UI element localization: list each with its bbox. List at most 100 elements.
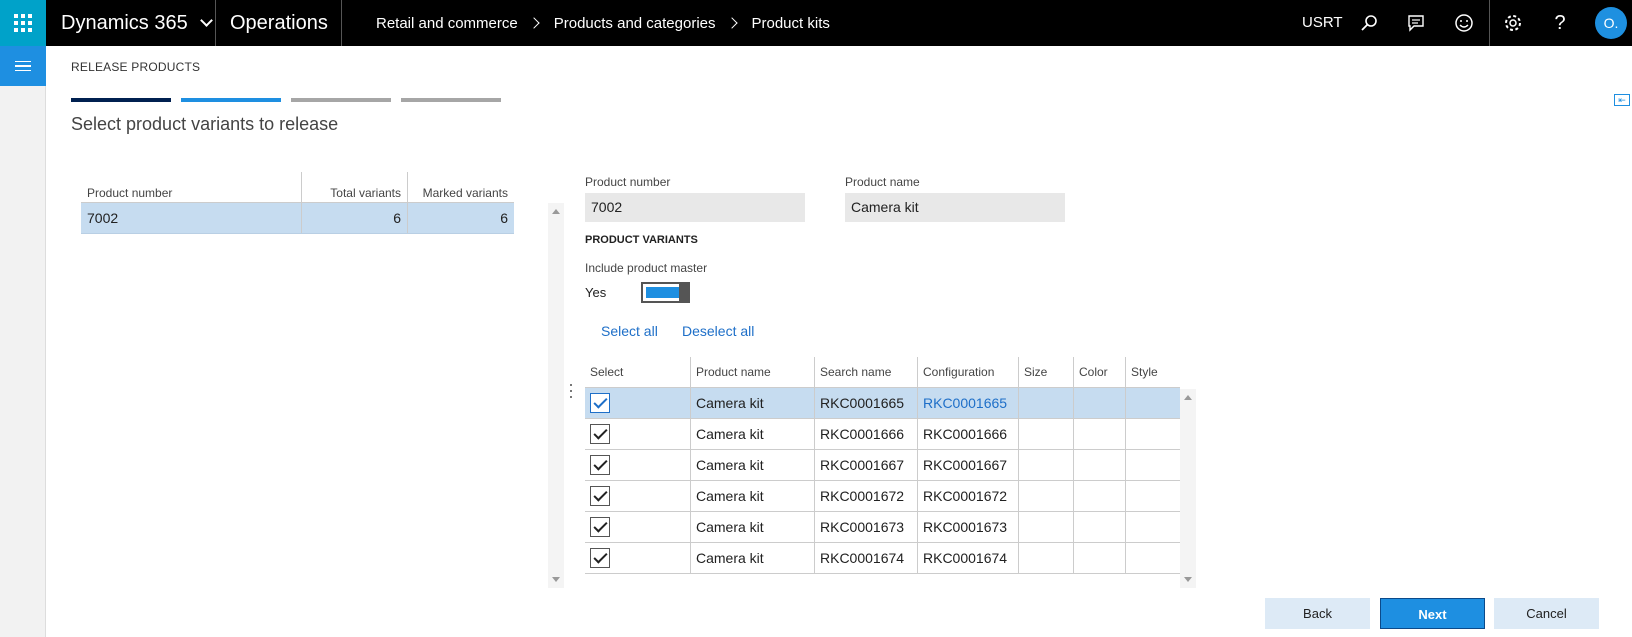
include-master-value: Yes [585, 285, 607, 300]
cell-style [1125, 512, 1180, 542]
feedback-button[interactable] [1441, 0, 1487, 46]
cell-size [1018, 450, 1073, 480]
column-header-size[interactable]: Size [1018, 357, 1073, 387]
cell-product-name: Camera kit [690, 481, 814, 511]
cell-search-name: RKC0001666 [814, 419, 917, 449]
avatar[interactable]: O. [1595, 7, 1627, 39]
select-checkbox[interactable] [590, 517, 610, 537]
table-row[interactable]: Camera kit RKC0001665 RKC0001665 [585, 388, 1180, 419]
chevron-right-icon [725, 17, 738, 29]
column-header-select[interactable]: Select [585, 357, 690, 387]
table-row[interactable]: Camera kit RKC0001666 RKC0001666 [585, 419, 1180, 450]
column-header-configuration[interactable]: Configuration [917, 357, 1018, 387]
cell-color [1073, 543, 1125, 573]
help-button[interactable]: ? [1537, 0, 1583, 46]
cell-size [1018, 512, 1073, 542]
checkmark-icon [592, 518, 608, 533]
checkmark-icon [592, 456, 608, 471]
cell-style [1125, 419, 1180, 449]
product-variants-heading: PRODUCT VARIANTS [585, 234, 698, 246]
variants-grid-scrollbar[interactable] [1180, 389, 1196, 588]
products-grid-scrollbar[interactable] [548, 203, 564, 588]
checkmark-icon [592, 394, 608, 409]
deselect-all-button[interactable]: Deselect all [682, 323, 754, 339]
cell-product-name: Camera kit [690, 543, 814, 573]
collapse-pane-icon[interactable]: ⇤ [1614, 94, 1630, 106]
breadcrumb: Retail and commerce Products and categor… [376, 0, 830, 46]
cell-product-name: Camera kit [690, 512, 814, 542]
wizard-step-4 [401, 98, 501, 102]
cell-configuration: RKC0001672 [917, 481, 1018, 511]
include-master-toggle[interactable] [641, 282, 690, 303]
app-launcher-button[interactable] [0, 0, 46, 46]
select-checkbox[interactable] [590, 393, 610, 413]
scroll-down-icon[interactable] [552, 577, 560, 582]
waffle-icon [14, 14, 32, 32]
cell-color [1073, 450, 1125, 480]
pane-splitter[interactable] [569, 384, 573, 398]
smiley-icon [1455, 14, 1473, 32]
cell-color [1073, 388, 1125, 418]
column-header-color[interactable]: Color [1073, 357, 1125, 387]
table-row[interactable]: Camera kit RKC0001673 RKC0001673 [585, 512, 1180, 543]
help-icon: ? [1554, 11, 1566, 34]
cell-size [1018, 419, 1073, 449]
messages-button[interactable] [1393, 0, 1439, 46]
select-checkbox[interactable] [590, 455, 610, 475]
select-checkbox[interactable] [590, 548, 610, 568]
column-header-search-name[interactable]: Search name [814, 357, 917, 387]
breadcrumb-item[interactable]: Retail and commerce [376, 15, 518, 32]
cell-search-name: RKC0001667 [814, 450, 917, 480]
cancel-button[interactable]: Cancel [1494, 598, 1599, 629]
column-header-product-number[interactable]: Product number [81, 172, 301, 202]
cell-search-name: RKC0001673 [814, 512, 917, 542]
cell-style [1125, 481, 1180, 511]
settings-button[interactable] [1490, 0, 1536, 46]
scroll-down-icon[interactable] [1184, 577, 1192, 582]
product-number-field[interactable]: 7002 [585, 193, 805, 222]
checkmark-icon [592, 487, 608, 502]
navigation-pane [0, 46, 46, 637]
column-header-total-variants[interactable]: Total variants [301, 172, 407, 202]
scroll-up-icon[interactable] [552, 209, 560, 214]
cell-product-name: Camera kit [690, 419, 814, 449]
cell-search-name: RKC0001672 [814, 481, 917, 511]
module-name[interactable]: Operations [230, 0, 328, 46]
cell-configuration: RKC0001667 [917, 450, 1018, 480]
chevron-right-icon [528, 17, 540, 29]
top-navigation-bar: Dynamics 365 Operations Retail and comme… [0, 0, 1632, 46]
company-picker[interactable]: USRT [1302, 0, 1343, 46]
checkmark-icon [592, 549, 608, 564]
scroll-up-icon[interactable] [1184, 395, 1192, 400]
select-checkbox[interactable] [590, 486, 610, 506]
table-row[interactable]: 7002 6 6 [81, 203, 514, 234]
product-name-label: Product name [845, 175, 920, 189]
app-switcher[interactable]: Dynamics 365 [61, 0, 213, 46]
search-icon [1361, 15, 1377, 31]
search-button[interactable] [1346, 0, 1392, 46]
table-row[interactable]: Camera kit RKC0001667 RKC0001667 [585, 450, 1180, 481]
table-row[interactable]: Camera kit RKC0001674 RKC0001674 [585, 543, 1180, 574]
back-button[interactable]: Back [1265, 598, 1370, 629]
variants-grid: Select Product name Search name Configur… [585, 357, 1180, 574]
cell-size [1018, 481, 1073, 511]
hamburger-menu-button[interactable] [0, 46, 46, 86]
toggle-knob [679, 284, 688, 301]
breadcrumb-item[interactable]: Products and categories [554, 15, 716, 32]
column-header-product-name[interactable]: Product name [690, 357, 814, 387]
next-button[interactable]: Next [1380, 598, 1485, 629]
app-name: Dynamics 365 [61, 12, 188, 34]
breadcrumb-item[interactable]: Product kits [752, 15, 830, 32]
cell-configuration-link[interactable]: RKC0001665 [917, 388, 1018, 418]
cell-total-variants: 6 [301, 203, 407, 233]
column-header-style[interactable]: Style [1125, 357, 1180, 387]
checkmark-icon [592, 425, 608, 440]
grid-header: Select Product name Search name Configur… [585, 357, 1180, 388]
cell-configuration: RKC0001666 [917, 419, 1018, 449]
wizard-step-2 [181, 98, 281, 102]
column-header-marked-variants[interactable]: Marked variants [407, 172, 514, 202]
select-checkbox[interactable] [590, 424, 610, 444]
product-name-field[interactable]: Camera kit [845, 193, 1065, 222]
table-row[interactable]: Camera kit RKC0001672 RKC0001672 [585, 481, 1180, 512]
select-all-button[interactable]: Select all [601, 323, 658, 339]
